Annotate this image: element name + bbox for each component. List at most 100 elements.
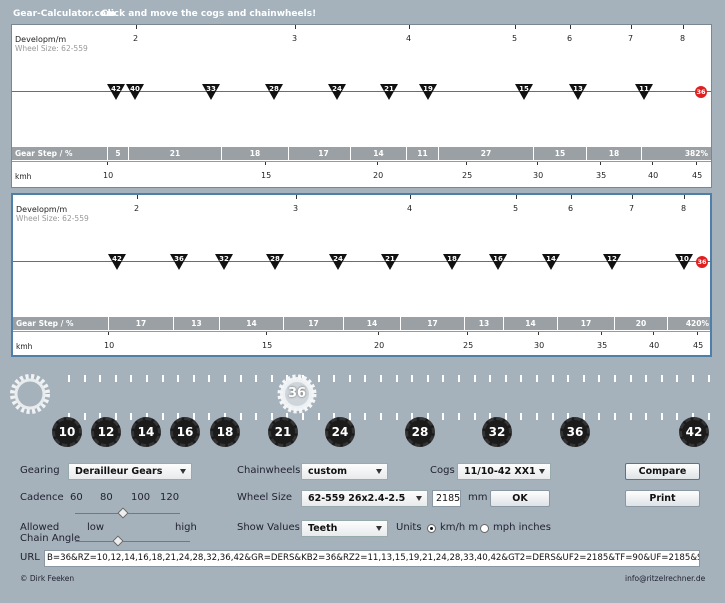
circumference-input[interactable]: 2185 — [432, 490, 461, 507]
cog-wheel[interactable]: 24 — [325, 417, 355, 447]
cog-dash-row[interactable] — [60, 413, 710, 421]
cogs-select[interactable]: 11/10-42 XX1 — [457, 463, 551, 480]
dev-tick — [631, 25, 632, 29]
show-values-value: Teeth — [308, 523, 338, 534]
development-label: Developm/m — [15, 35, 67, 44]
gear-step-cell: 17 — [283, 317, 343, 330]
url-field[interactable]: B=36&RZ=10,12,14,16,18,21,24,28,32,36,42… — [44, 550, 700, 567]
wheel-size-caption: Wheel Size: 62-559 — [15, 44, 88, 53]
dash-mark — [629, 413, 632, 420]
cog-wheel[interactable]: 42 — [679, 417, 709, 447]
dash-mark — [239, 375, 242, 382]
dash-mark — [660, 413, 663, 420]
speed-tick-label: 30 — [534, 341, 545, 350]
speed-tick-label: 35 — [597, 341, 608, 350]
gear-step-label: Gear Step / % — [16, 319, 74, 328]
dash-mark — [442, 375, 445, 382]
unit-mph-label[interactable]: mph inches — [493, 522, 551, 533]
dev-tick — [632, 195, 633, 199]
cog-wheel[interactable]: 21 — [268, 417, 298, 447]
ok-button[interactable]: OK — [490, 490, 550, 507]
author-credit: © Dirk Feeken — [20, 574, 75, 583]
speed-tick — [652, 162, 653, 165]
cog-wheel[interactable]: 28 — [405, 417, 435, 447]
print-button[interactable]: Print — [625, 490, 700, 507]
dev-tick-label: 2 — [133, 34, 139, 43]
dash-mark — [83, 375, 86, 382]
chainwheel-icon[interactable] — [8, 372, 52, 416]
cogs-value: 11/10-42 XX1 — [464, 466, 536, 477]
dash-mark — [270, 375, 273, 382]
cog-wheel[interactable]: 10 — [52, 417, 82, 447]
gear-step-cell: 420% — [667, 317, 712, 330]
unit-mph-radio[interactable] — [480, 524, 489, 533]
cadence-label: Cadence — [20, 492, 64, 503]
cog-marker-label: 14 — [546, 255, 556, 263]
wheel-size-label: Wheel Size — [237, 492, 293, 503]
dash-mark — [395, 375, 398, 382]
chainwheels-value: custom — [308, 466, 348, 477]
dash-mark — [161, 413, 164, 420]
cog-marker-label: 33 — [206, 85, 216, 93]
dev-tick — [409, 25, 410, 29]
speed-label: kmh — [15, 172, 32, 181]
dev-tick-label: 5 — [512, 34, 518, 43]
instruction-text: Click and move the cogs and chainwheels! — [101, 9, 317, 19]
dash-mark — [364, 375, 367, 382]
dash-mark — [192, 375, 195, 382]
cog-marker-label: 42 — [111, 85, 121, 93]
speed-tick — [538, 332, 539, 335]
speed-tick-label: 25 — [463, 341, 474, 350]
dash-mark — [551, 413, 554, 420]
cadence-slider-handle[interactable] — [117, 507, 129, 519]
gear-step-cell: 17 — [108, 317, 173, 330]
chainwheels-select[interactable]: custom — [301, 463, 388, 480]
cog-wheel[interactable]: 18 — [210, 417, 240, 447]
gear-step-bar: Gear Step / % 17 13 14 17 14 17 13 14 17 20 420% — [13, 317, 710, 330]
cog-marker-label: 24 — [333, 255, 343, 263]
show-values-select[interactable]: Teeth — [301, 520, 388, 537]
dev-tick — [570, 25, 571, 29]
gear-panel-2[interactable]: Developm/m Wheel Size: 62-559 2 3 4 5 6 7 8 42 36 3… — [11, 193, 712, 357]
cog-wheel[interactable]: 14 — [131, 417, 161, 447]
cog-wheel[interactable]: 12 — [91, 417, 121, 447]
dash-mark — [114, 413, 117, 420]
unit-kmh-radio[interactable] — [427, 524, 436, 533]
chain-angle-slider-handle[interactable] — [112, 535, 124, 547]
gear-step-cell: 14 — [219, 317, 283, 330]
dash-mark — [520, 413, 523, 420]
wheel-size-value: 62-559 26x2.4-2.5 — [308, 493, 406, 504]
chain-angle-slider-track[interactable] — [75, 541, 190, 542]
gear-step-cell: 21 — [128, 147, 221, 160]
cog-marker-label: 36 — [174, 255, 184, 263]
cadence-tick-label: 80 — [100, 492, 113, 503]
dash-mark — [255, 413, 258, 420]
cog-marker-label: 28 — [269, 85, 279, 93]
cog-wheel[interactable]: 32 — [482, 417, 512, 447]
dash-mark — [364, 413, 367, 420]
gear-step-label: Gear Step / % — [15, 149, 73, 158]
cog-marker-label: 21 — [385, 255, 395, 263]
speed-tick-label: 15 — [262, 341, 273, 350]
gear-step-cell: 27 — [438, 147, 533, 160]
cog-wheel[interactable]: 16 — [170, 417, 200, 447]
gear-step-cell: 17 — [557, 317, 614, 330]
cogs-label: Cogs — [430, 465, 455, 476]
site-title[interactable]: Gear-Calculator.com — [13, 9, 115, 19]
chainwheel-dash-row[interactable] — [60, 375, 710, 383]
speed-tick-label: 15 — [261, 171, 272, 180]
wheel-size-select[interactable]: 62-559 26x2.4-2.5 — [301, 490, 428, 507]
dash-mark — [645, 413, 648, 420]
cog-wheel[interactable]: 36 — [560, 417, 590, 447]
gear-panel-1[interactable]: Developm/m Wheel Size: 62-559 2 3 4 5 6 7 8 42 40 3… — [11, 24, 712, 188]
speed-tick-label: 40 — [649, 341, 660, 350]
gear-step-cell: 11 — [406, 147, 438, 160]
chevron-down-icon — [180, 469, 186, 474]
compare-button[interactable]: Compare — [625, 463, 700, 480]
gearing-select[interactable]: Derailleur Gears — [68, 463, 192, 480]
dash-mark — [692, 375, 694, 382]
dev-tick-label: 8 — [681, 204, 687, 213]
contact-email[interactable]: info@ritzelrechner.de — [625, 574, 705, 583]
unit-kmh-label[interactable]: km/h m — [440, 522, 478, 533]
chainwheel-selected[interactable]: 36 — [277, 374, 317, 414]
